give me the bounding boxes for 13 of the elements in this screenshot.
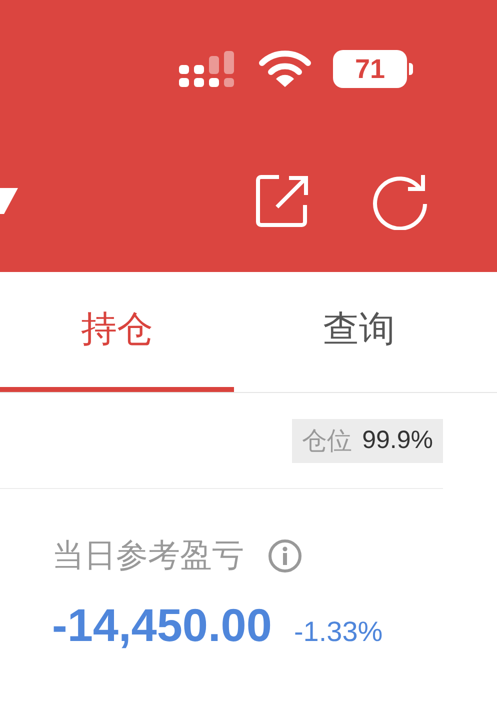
share-icon[interactable] — [255, 173, 311, 229]
dropdown-caret-icon[interactable] — [0, 188, 18, 214]
daily-pnl-label: 当日参考盈亏 — [52, 535, 244, 576]
tab[interactable]: 持仓 — [0, 272, 234, 392]
info-icon[interactable] — [268, 539, 302, 573]
battery-level: 71 — [333, 50, 407, 88]
position-label: 仓位 — [302, 425, 352, 457]
daily-pnl-value: -14,450.00 — [52, 598, 272, 652]
wifi-icon — [259, 50, 311, 88]
refresh-icon[interactable] — [371, 172, 429, 230]
tab[interactable]: 查询 — [234, 272, 484, 392]
position-value: 99.9% — [362, 426, 433, 455]
daily-pnl-percent: -1.33% — [294, 616, 383, 648]
